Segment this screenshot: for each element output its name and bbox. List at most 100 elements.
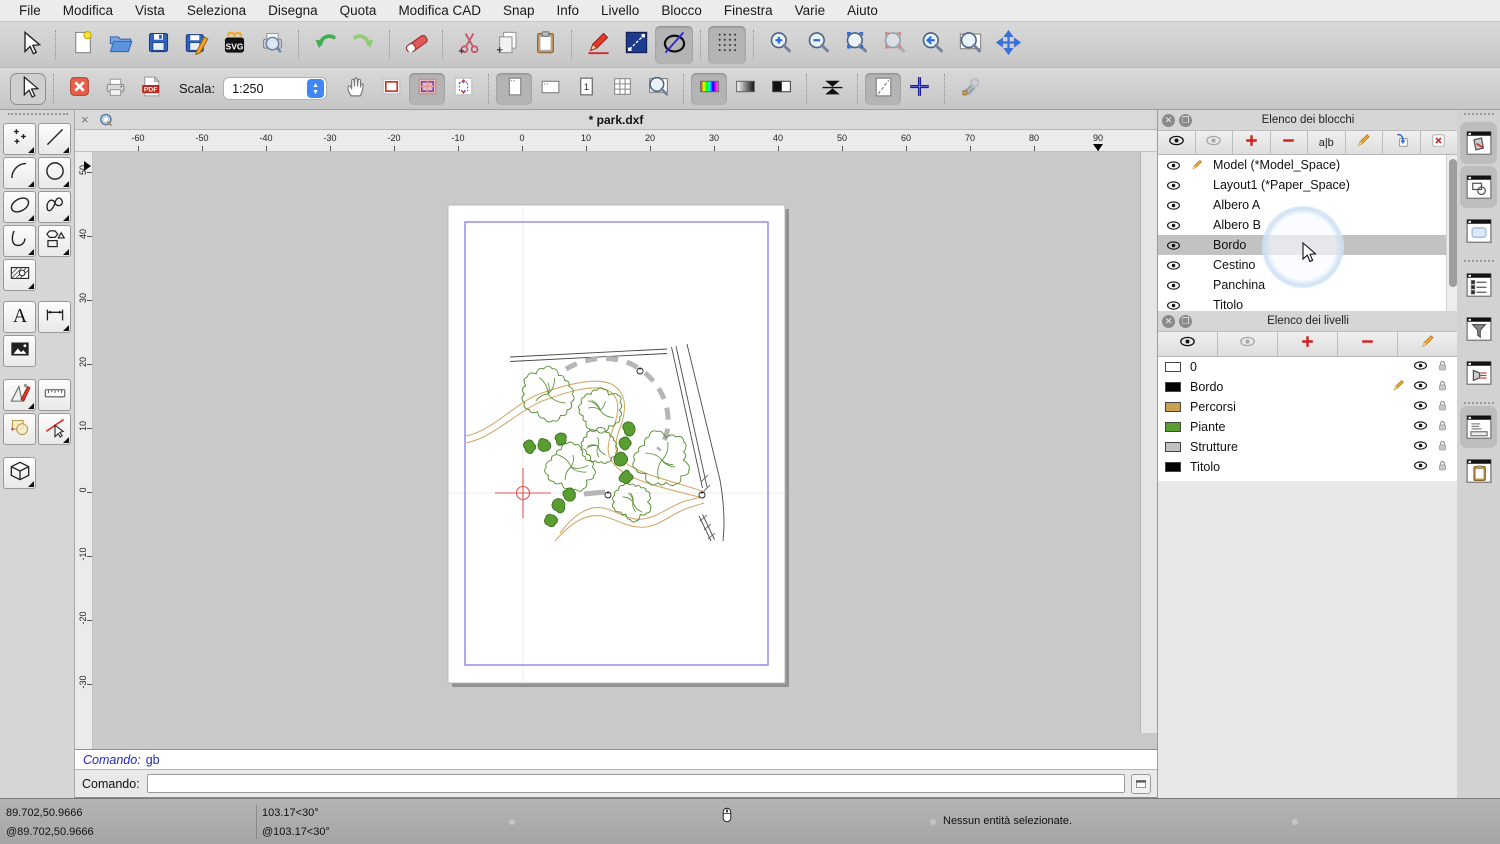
menu-disegna[interactable]: Disegna [257, 0, 329, 22]
dock-shapes-panel-button[interactable] [1464, 170, 1494, 204]
menu-vista[interactable]: Vista [124, 0, 176, 22]
eye-icon[interactable] [1166, 298, 1181, 312]
paste-button[interactable] [526, 26, 564, 64]
dock-widget-panel-button[interactable] [1464, 214, 1494, 248]
layers-eye-off-button[interactable] [1218, 332, 1278, 356]
layer-row-strutture[interactable]: Strutture [1158, 437, 1458, 457]
pdf-export-button[interactable]: PDF [133, 73, 169, 105]
new-file-button[interactable] [63, 26, 101, 64]
drawing-viewport[interactable] [93, 152, 1140, 733]
close-drawing-button[interactable] [61, 73, 97, 105]
fit-arrows-button[interactable] [445, 73, 481, 105]
zoom-in-button[interactable] [761, 26, 799, 64]
modify-tool-button[interactable] [3, 413, 36, 445]
blocks-remove-block-button[interactable] [1420, 131, 1458, 154]
blocks-plus-red-button[interactable] [1233, 131, 1271, 154]
open-folder-button[interactable] [101, 26, 139, 64]
pan-button[interactable] [989, 26, 1027, 64]
circle-tool-button[interactable] [38, 157, 71, 189]
page-landscape-button[interactable] [532, 73, 568, 105]
line-tool-button[interactable] [617, 26, 655, 64]
eye-icon[interactable] [1166, 278, 1181, 293]
print-button[interactable] [97, 73, 133, 105]
command-input[interactable] [147, 774, 1125, 793]
line-tool-button[interactable] [38, 123, 71, 155]
save-as-button[interactable] [177, 26, 215, 64]
menu-modifica-cad[interactable]: Modifica CAD [387, 0, 492, 22]
crosshair-blue-button[interactable] [901, 73, 937, 105]
print-preview-button[interactable] [253, 26, 291, 64]
compress-button[interactable] [814, 73, 850, 105]
settings-wrench-button[interactable] [952, 73, 988, 105]
dock-clipboard-panel-button[interactable] [1464, 454, 1494, 488]
lock-icon[interactable] [1435, 458, 1450, 476]
menu-livello[interactable]: Livello [590, 0, 650, 22]
eye-icon[interactable] [1166, 238, 1181, 253]
lock-icon[interactable] [1435, 358, 1450, 376]
layer-row-0[interactable]: 0 [1158, 357, 1458, 377]
block-row-cestino[interactable]: Cestino [1158, 255, 1446, 275]
zoom-out-button[interactable] [799, 26, 837, 64]
layer-row-titolo[interactable]: Titolo [1158, 457, 1458, 477]
eye-icon[interactable] [1413, 458, 1428, 476]
vertical-scrollbar[interactable] [1140, 152, 1157, 733]
palette-drag-handle[interactable] [8, 113, 68, 115]
menu-blocco[interactable]: Blocco [650, 0, 713, 22]
blocks-pencil-orange-button[interactable] [1345, 131, 1383, 154]
page-single-button[interactable]: 1 [568, 73, 604, 105]
dock-blocks-panel-button[interactable] [1464, 126, 1494, 160]
image-tool-button[interactable] [3, 335, 36, 367]
eraser-button[interactable] [397, 26, 435, 64]
undo-button[interactable] [306, 26, 344, 64]
eye-icon[interactable] [1413, 418, 1428, 436]
blocks-eye-button[interactable] [1158, 131, 1196, 154]
eye-icon[interactable] [1413, 378, 1428, 396]
ellipse-tool-button[interactable] [655, 25, 693, 64]
grayscale-mode-button[interactable] [727, 73, 763, 105]
grid-toggle-button[interactable] [708, 25, 746, 64]
menu-modifica[interactable]: Modifica [52, 0, 124, 22]
block-row-model-model-space-[interactable]: Model (*Model_Space) [1158, 155, 1446, 175]
block-row-albero-b[interactable]: Albero B [1158, 215, 1446, 235]
layer-row-piante[interactable]: Piante [1158, 417, 1458, 437]
layers-plus-red-button[interactable] [1278, 332, 1338, 356]
menu-snap[interactable]: Snap [492, 0, 546, 22]
eye-icon[interactable] [1166, 158, 1181, 173]
lock-icon[interactable] [1435, 438, 1450, 456]
eye-icon[interactable] [1166, 218, 1181, 233]
paper-frame-button[interactable] [373, 73, 409, 105]
menu-seleziona[interactable]: Seleziona [176, 0, 257, 22]
blocks-minus-red-button[interactable] [1270, 131, 1308, 154]
block-row-layout1-paper-space-[interactable]: Layout1 (*Paper_Space) [1158, 175, 1446, 195]
layers-minus-red-button[interactable] [1338, 332, 1398, 356]
page-portrait-button[interactable] [496, 72, 533, 105]
menu-file[interactable]: File [8, 0, 52, 22]
stepper-icon[interactable]: ▲ ▼ [307, 79, 325, 98]
menu-finestra[interactable]: Finestra [713, 0, 784, 22]
dock-projector-panel-button[interactable] [1464, 356, 1494, 390]
menu-info[interactable]: Info [546, 0, 591, 22]
dock-filter-panel-button[interactable] [1464, 312, 1494, 346]
layer-row-bordo[interactable]: Bordo [1158, 377, 1458, 397]
dimension-tool-button[interactable] [38, 301, 71, 333]
polyline-tool-button[interactable] [3, 225, 36, 257]
eye-icon[interactable] [1413, 438, 1428, 456]
points-tool-button[interactable] [3, 123, 36, 155]
cad-tools-tool-button[interactable] [3, 379, 36, 411]
divide-tool-button[interactable] [38, 413, 71, 445]
ellipse-tool-button[interactable] [3, 191, 36, 223]
dock-command-panel-button[interactable] [1464, 410, 1494, 444]
arc-tool-button[interactable] [3, 157, 36, 189]
svg-format-button[interactable]: SVG [215, 26, 253, 64]
dock-drag-handle[interactable] [1464, 113, 1494, 115]
eye-icon[interactable] [1166, 178, 1181, 193]
blocks-ab-button[interactable]: a|b [1308, 131, 1346, 154]
scale-select[interactable]: 1:250 ▲ ▼ [223, 77, 328, 100]
lock-icon[interactable] [1435, 398, 1450, 416]
hatch-tool-button[interactable] [3, 259, 36, 291]
zoom-window-button[interactable] [951, 26, 989, 64]
color-mode-button[interactable] [691, 72, 728, 105]
layers-pencil-orange-button[interactable] [1398, 332, 1458, 356]
block-row-bordo[interactable]: Bordo [1158, 235, 1446, 255]
bw-mode-button[interactable] [763, 73, 799, 105]
